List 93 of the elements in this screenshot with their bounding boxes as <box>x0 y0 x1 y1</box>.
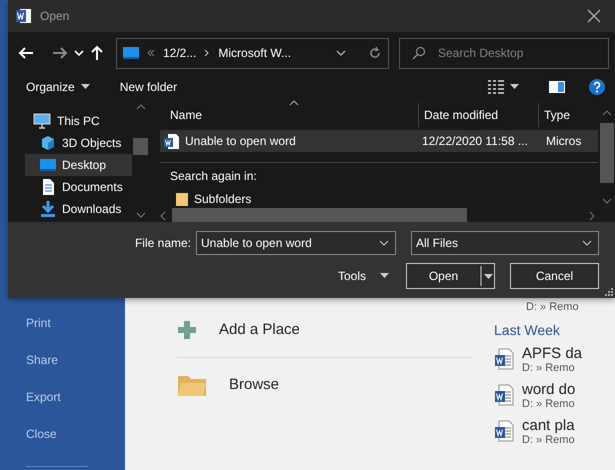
scroll-up-icon <box>602 110 612 116</box>
folder-icon <box>177 373 207 397</box>
dropdown-icon[interactable] <box>336 49 346 57</box>
computer-icon <box>33 113 51 129</box>
window-title: Open <box>40 8 70 25</box>
file-path: D: » Remo <box>526 301 579 314</box>
preview-pane-icon <box>549 81 565 93</box>
scroll-down-icon <box>136 212 146 218</box>
search-box[interactable]: Search Desktop <box>399 38 609 68</box>
file-path: D: » Remo <box>522 362 576 375</box>
group-heading: Last Week <box>494 321 561 340</box>
word-document-icon <box>494 420 516 444</box>
dropdown-icon <box>379 240 389 246</box>
forward-button[interactable] <box>52 46 68 60</box>
scroll-right-icon <box>589 210 595 220</box>
scrollbar-thumb[interactable] <box>600 123 614 184</box>
scrollbar-thumb[interactable] <box>133 138 148 156</box>
section-label: Search again in: <box>169 168 258 185</box>
scroll-up-icon <box>136 104 146 110</box>
caret-icon <box>80 84 90 90</box>
preview-pane-button[interactable] <box>549 81 565 93</box>
menu-item[interactable]: Close <box>26 424 125 444</box>
nav-item[interactable]: Documents <box>25 176 132 198</box>
file-title[interactable]: cant pla <box>522 417 575 434</box>
nav-item[interactable]: This PC <box>25 110 132 132</box>
back-arrow-icon <box>18 46 34 60</box>
word-document-icon <box>494 348 516 372</box>
column-header[interactable]: Name <box>156 103 418 127</box>
file-title[interactable]: word do <box>522 381 576 398</box>
scroll-left-icon <box>160 210 166 220</box>
organize-menu[interactable]: Organize <box>26 78 90 96</box>
column-header[interactable]: Date modified <box>418 103 538 127</box>
cube-icon <box>40 135 56 151</box>
nav-item[interactable]: Downloads <box>25 198 132 220</box>
help-button[interactable] <box>589 79 605 95</box>
dropdown-icon <box>582 240 592 246</box>
folder-icon <box>176 192 188 206</box>
document-icon <box>40 179 56 195</box>
breadcrumb-segment[interactable]: Microsoft W... <box>218 44 292 62</box>
close-icon[interactable] <box>587 9 601 23</box>
breadcrumb-segment[interactable]: 12/2... <box>163 44 196 62</box>
file-date: 12/22/2020 11:58 ... <box>421 133 529 150</box>
field-label: File name: <box>134 235 191 252</box>
tools-menu[interactable]: Tools <box>338 267 389 285</box>
plus-icon <box>177 320 197 340</box>
up-button[interactable] <box>90 45 104 61</box>
desktop-icon <box>123 47 139 59</box>
chevron-icon <box>204 49 210 57</box>
nav-item[interactable]: 3D Objects <box>25 132 132 154</box>
search-icon <box>412 46 426 60</box>
search-field[interactable]: Search Desktop <box>436 43 596 63</box>
view-menu[interactable] <box>488 80 519 94</box>
scroll-down-icon <box>602 198 612 204</box>
menu-item[interactable]: Export <box>26 387 125 407</box>
help-icon <box>589 79 605 95</box>
word-document-icon <box>164 132 180 150</box>
scrollbar-thumb[interactable] <box>172 208 467 223</box>
file-path: D: » Remo <box>522 398 576 411</box>
place-option[interactable]: Browse <box>229 374 280 396</box>
download-icon <box>40 201 56 217</box>
sort-caret-icon <box>289 100 299 106</box>
file-row[interactable]: Unable to open word 12/22/2020 11:58 ... Micros <box>160 130 598 152</box>
file-name: Unable to open word <box>185 133 296 150</box>
split-caret-icon <box>480 266 494 286</box>
word-app-icon <box>16 8 32 24</box>
word-document-icon <box>494 384 516 408</box>
cancel-button[interactable]: Cancel <box>510 263 599 289</box>
overflow-chevron-icon <box>147 49 155 57</box>
caret-icon <box>510 84 519 90</box>
file-type: Micros <box>545 133 582 150</box>
menu-item[interactable]: Share <box>26 350 125 370</box>
recent-locations-button[interactable] <box>74 49 84 57</box>
caret-icon <box>380 273 389 279</box>
file-name-field[interactable]: Unable to open word <box>196 231 396 255</box>
search-option[interactable]: Subfolders <box>156 190 286 208</box>
up-arrow-icon <box>90 45 104 61</box>
file-title[interactable]: APFS da <box>522 345 582 362</box>
resize-grip-icon <box>605 288 613 296</box>
file-path: D: » Remo <box>522 434 575 447</box>
caret-icon <box>74 49 84 57</box>
refresh-icon[interactable] <box>368 46 382 60</box>
back-button[interactable] <box>18 46 34 60</box>
column-header[interactable]: Type <box>538 103 598 127</box>
address-bar[interactable]: 12/2... Microsoft W... <box>116 38 389 68</box>
place-option[interactable]: Add a Place <box>219 318 300 342</box>
desktop-icon <box>40 157 56 173</box>
forward-arrow-icon <box>52 46 68 60</box>
nav-item[interactable]: Desktop <box>25 154 132 176</box>
open-button[interactable]: Open <box>406 263 495 289</box>
details-view-icon <box>488 80 504 94</box>
new-folder-button[interactable]: New folder <box>120 78 178 96</box>
file-type-dropdown[interactable]: All Files <box>411 231 599 255</box>
menu-item[interactable]: Print <box>26 313 125 333</box>
